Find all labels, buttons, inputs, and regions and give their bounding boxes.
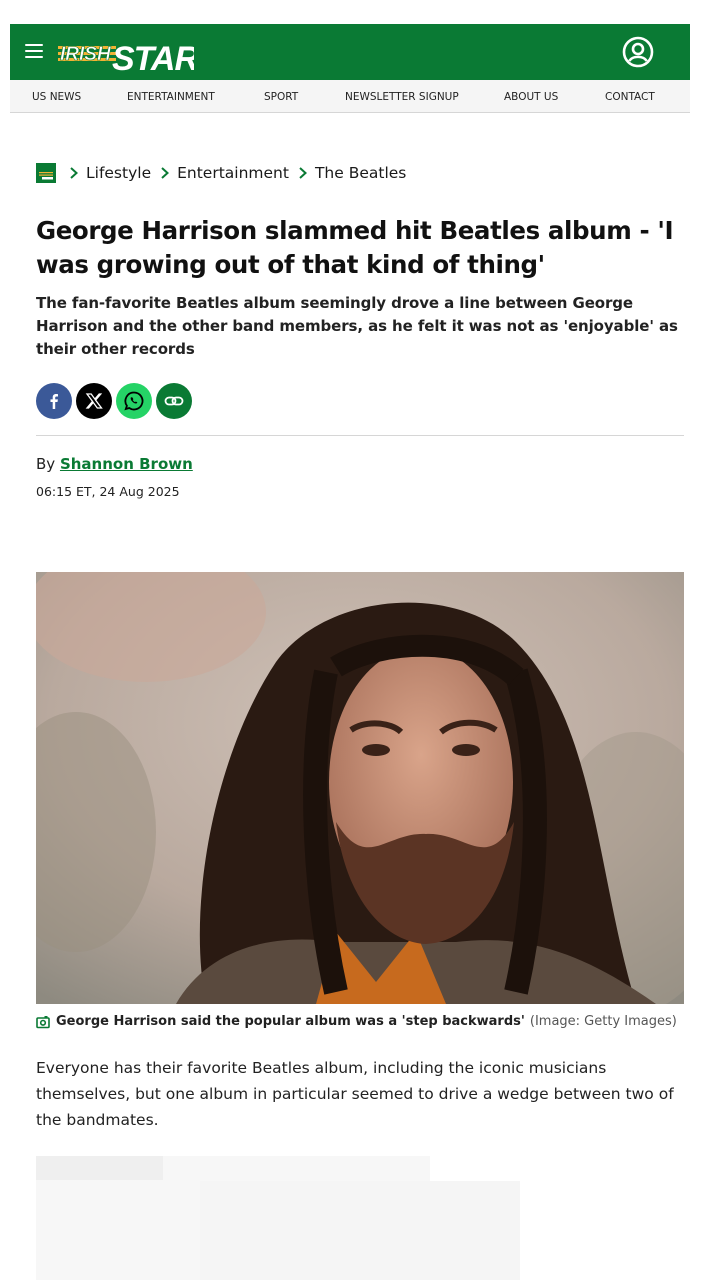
site-header: IRISH STAR bbox=[10, 24, 690, 80]
image-caption: George Harrison said the popular album w… bbox=[36, 1014, 684, 1029]
irish-star-logo[interactable]: IRISH STAR bbox=[58, 30, 194, 74]
home-logo-icon[interactable] bbox=[36, 163, 56, 183]
breadcrumb-entertainment[interactable]: Entertainment bbox=[177, 164, 289, 182]
nav-newsletter-signup[interactable]: NEWSLETTER SIGNUP bbox=[345, 91, 459, 103]
hamburger-menu-icon[interactable] bbox=[25, 44, 43, 58]
copy-link-button[interactable] bbox=[156, 383, 192, 419]
camera-icon bbox=[36, 1015, 50, 1028]
facebook-share-button[interactable] bbox=[36, 383, 72, 419]
nav-contact[interactable]: CONTACT bbox=[605, 91, 655, 103]
article-paragraph: Everyone has their favorite Beatles albu… bbox=[36, 1059, 674, 1129]
x-icon bbox=[85, 393, 103, 409]
link-icon bbox=[164, 396, 184, 406]
svg-text:IRISH: IRISH bbox=[60, 44, 112, 65]
share-bar bbox=[36, 383, 192, 419]
caption-credit: (Image: Getty Images) bbox=[529, 1014, 677, 1029]
breadcrumb-the-beatles[interactable]: The Beatles bbox=[315, 164, 406, 182]
publish-timestamp: 06:15 ET, 24 Aug 2025 bbox=[36, 484, 180, 499]
chevron-right-icon bbox=[70, 167, 78, 179]
chevron-right-icon bbox=[161, 167, 170, 179]
divider bbox=[36, 435, 684, 436]
article-standfirst: The fan-favorite Beatles album seemingly… bbox=[36, 294, 678, 358]
nav-about-us[interactable]: ABOUT US bbox=[504, 91, 558, 103]
byline: By Shannon Brown bbox=[36, 455, 193, 473]
article-hero-image[interactable] bbox=[36, 572, 684, 1004]
breadcrumb-lifestyle[interactable]: Lifestyle bbox=[86, 164, 151, 182]
x-share-button[interactable] bbox=[76, 383, 112, 419]
svg-text:STAR: STAR bbox=[112, 40, 194, 74]
user-circle-icon[interactable] bbox=[622, 36, 654, 68]
article-headline: George Harrison slammed hit Beatles albu… bbox=[36, 216, 674, 279]
nav-sport[interactable]: SPORT bbox=[264, 91, 298, 103]
section-nav: US NEWS ENTERTAINMENT SPORT NEWSLETTER S… bbox=[10, 80, 690, 113]
ad-placeholder-label bbox=[36, 1156, 163, 1180]
whatsapp-icon bbox=[124, 391, 144, 411]
chevron-right-icon bbox=[299, 167, 307, 179]
nav-entertainment[interactable]: ENTERTAINMENT bbox=[127, 91, 215, 103]
facebook-icon bbox=[50, 394, 58, 409]
author-link[interactable]: Shannon Brown bbox=[60, 455, 193, 473]
caption-text: George Harrison said the popular album w… bbox=[56, 1014, 525, 1029]
byline-prefix: By bbox=[36, 455, 56, 473]
breadcrumb: Lifestyle Entertainment The Beatles bbox=[36, 162, 410, 184]
nav-us-news[interactable]: US NEWS bbox=[32, 91, 81, 103]
ad-placeholder bbox=[200, 1181, 520, 1280]
whatsapp-share-button[interactable] bbox=[116, 383, 152, 419]
